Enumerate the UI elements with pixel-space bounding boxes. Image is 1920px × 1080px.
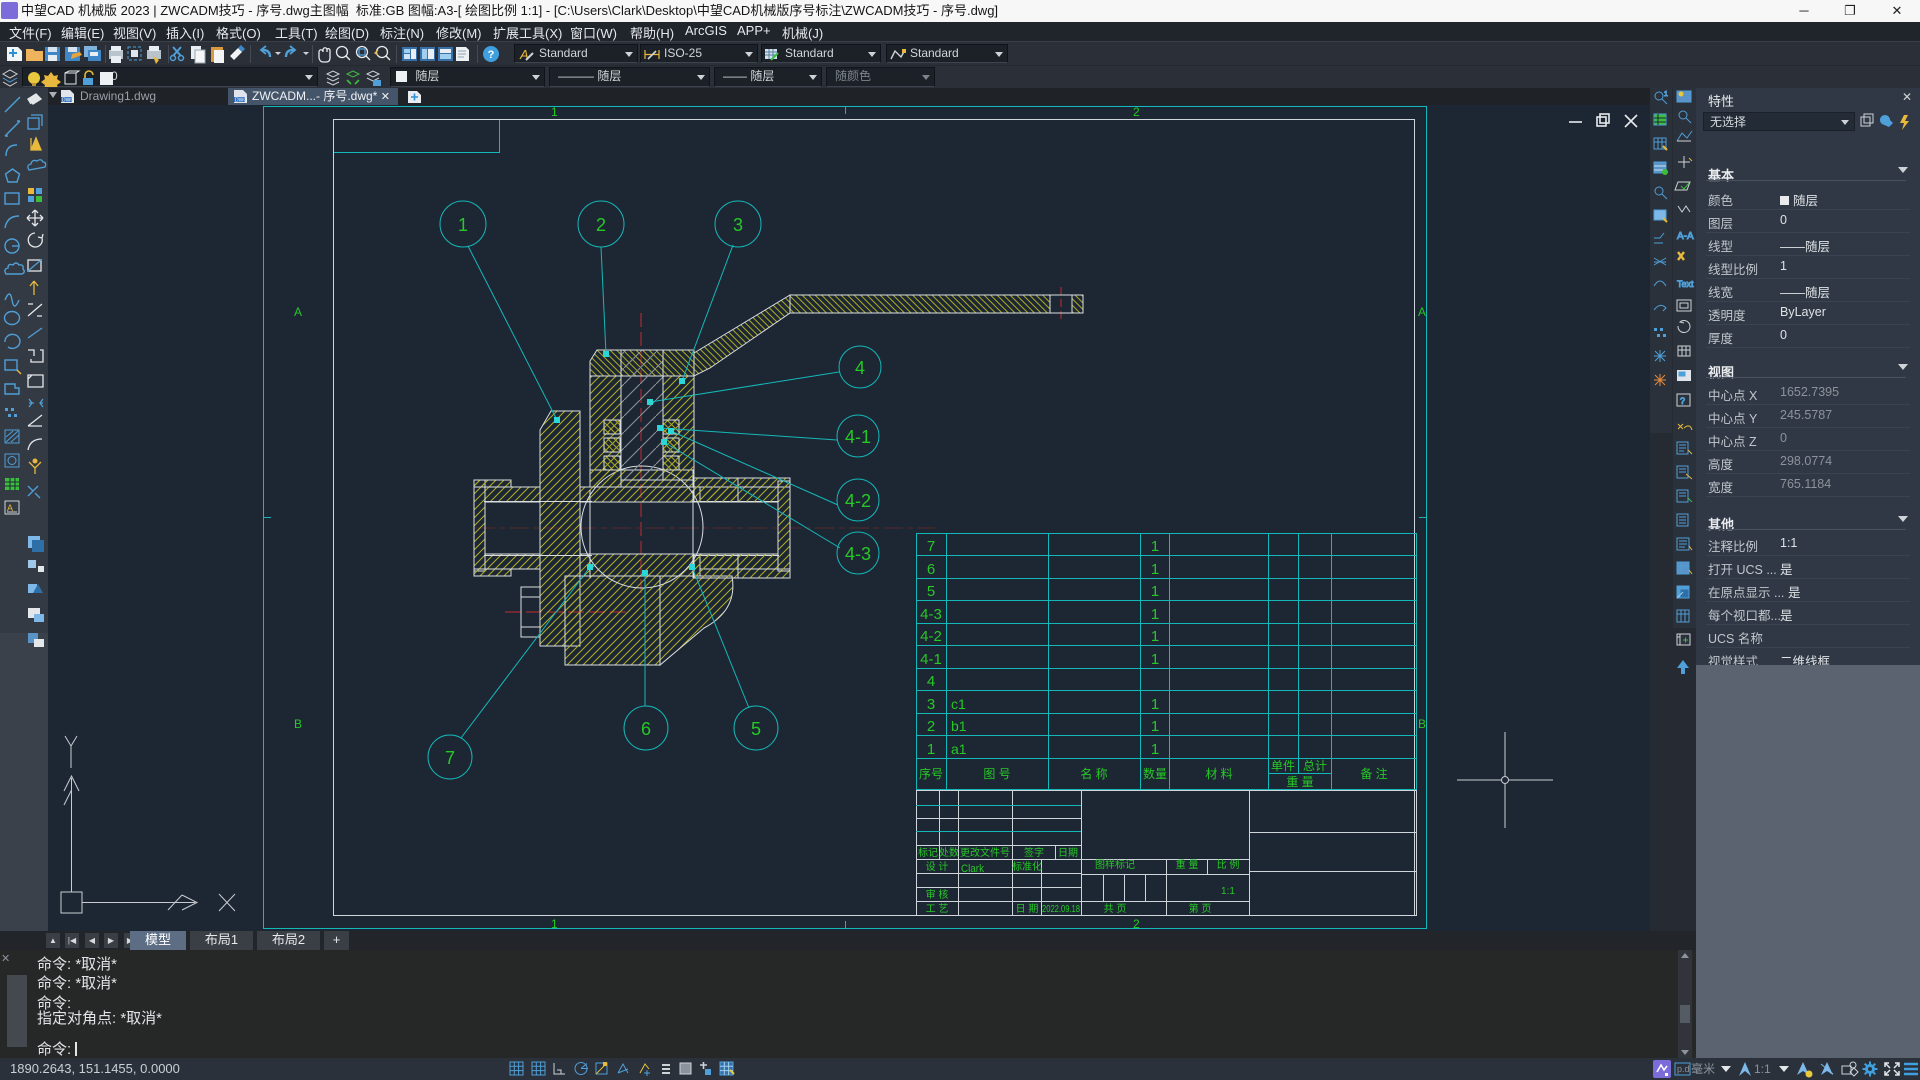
- svg-text:重 量: 重 量: [1286, 775, 1313, 789]
- svg-text:p.d: p.d: [1677, 1064, 1690, 1074]
- svg-text:共 页: 共 页: [1104, 903, 1127, 915]
- svg-text:1:1: 1:1: [1221, 886, 1235, 897]
- svg-text:2: 2: [927, 718, 935, 735]
- svg-text:4-3: 4-3: [845, 544, 871, 564]
- svg-text:备 注: 备 注: [1360, 766, 1387, 781]
- svg-text:7: 7: [927, 538, 935, 555]
- svg-text:c1: c1: [951, 696, 966, 712]
- svg-text:4-2: 4-2: [920, 628, 942, 645]
- svg-text:更改文件号: 更改文件号: [960, 846, 1010, 859]
- svg-text:1: 1: [1151, 628, 1159, 645]
- svg-text:7: 7: [445, 748, 455, 768]
- svg-text:5: 5: [751, 719, 761, 739]
- svg-text:4-3: 4-3: [920, 606, 942, 623]
- svg-text:DWG: DWG: [235, 98, 247, 104]
- svg-text:B: B: [294, 717, 302, 731]
- svg-text:2: 2: [596, 215, 606, 235]
- svg-text:5: 5: [927, 583, 935, 600]
- svg-text:标记: 标记: [918, 847, 938, 859]
- svg-text:6: 6: [641, 719, 651, 739]
- svg-text:图样标记: 图样标记: [1095, 858, 1135, 871]
- svg-text:B: B: [1418, 717, 1426, 731]
- svg-text:?: ?: [1680, 396, 1685, 406]
- svg-text:1: 1: [1151, 741, 1159, 758]
- svg-text:设 计: 设 计: [926, 860, 949, 873]
- svg-text:1:1: 1:1: [1754, 1062, 1771, 1076]
- svg-text:重 量: 重 量: [1176, 858, 1199, 871]
- svg-text:1: 1: [1151, 538, 1159, 555]
- svg-text:1: 1: [1151, 606, 1159, 623]
- svg-text:单件: 单件: [1271, 759, 1295, 773]
- svg-text:数量: 数量: [1143, 766, 1167, 781]
- svg-text:4: 4: [927, 673, 935, 690]
- svg-text:4-1: 4-1: [845, 427, 871, 447]
- svg-text:A-A: A-A: [1677, 231, 1694, 242]
- svg-text:A: A: [1418, 305, 1426, 319]
- svg-text:6: 6: [927, 561, 935, 578]
- svg-text:序号: 序号: [919, 766, 943, 781]
- svg-text:1: 1: [551, 917, 558, 931]
- svg-text:名 称: 名 称: [1080, 766, 1107, 781]
- svg-text:DWG: DWG: [62, 98, 74, 104]
- svg-text:1: 1: [551, 105, 558, 119]
- svg-text:标准化: 标准化: [1012, 860, 1042, 873]
- svg-text:日期: 日期: [1058, 847, 1078, 859]
- svg-text:1: 1: [1151, 696, 1159, 713]
- svg-text:Text: Text: [1677, 279, 1694, 289]
- svg-text:1: 1: [1151, 583, 1159, 600]
- svg-text:1: 1: [458, 215, 468, 235]
- svg-text:审 核: 审 核: [926, 888, 949, 901]
- svg-text:A: A: [294, 305, 302, 319]
- svg-text:签字: 签字: [1024, 846, 1044, 859]
- svg-text:b1: b1: [951, 718, 967, 734]
- svg-text:1: 1: [1151, 651, 1159, 668]
- svg-text:4-1: 4-1: [920, 651, 942, 668]
- svg-text:4-2: 4-2: [845, 491, 871, 511]
- svg-text:比 例: 比 例: [1217, 858, 1240, 871]
- svg-text:1: 1: [927, 741, 935, 758]
- svg-text:总计: 总计: [1303, 759, 1327, 773]
- svg-text:2: 2: [1133, 105, 1140, 119]
- svg-text:日 期: 日 期: [1016, 903, 1039, 915]
- svg-text:4: 4: [855, 358, 865, 378]
- svg-text:2: 2: [1133, 917, 1140, 931]
- svg-text:1: 1: [1151, 561, 1159, 578]
- svg-text:1: 1: [1151, 718, 1159, 735]
- svg-text:毫米: 毫米: [1691, 1061, 1715, 1076]
- svg-text:1: 1: [1664, 91, 1668, 98]
- svg-text:Clark: Clark: [961, 863, 984, 875]
- svg-text:2022.09.18: 2022.09.18: [1042, 904, 1080, 915]
- svg-text:图 号: 图 号: [983, 767, 1010, 781]
- svg-text:工 艺: 工 艺: [926, 903, 949, 915]
- svg-text:第 页: 第 页: [1189, 902, 1212, 915]
- svg-text:处数: 处数: [939, 846, 959, 859]
- svg-text:?: ?: [488, 49, 495, 61]
- svg-text:a1: a1: [951, 741, 967, 757]
- svg-text:材 料: 材 料: [1205, 767, 1232, 781]
- svg-text:3: 3: [927, 696, 935, 713]
- svg-text:3: 3: [733, 215, 743, 235]
